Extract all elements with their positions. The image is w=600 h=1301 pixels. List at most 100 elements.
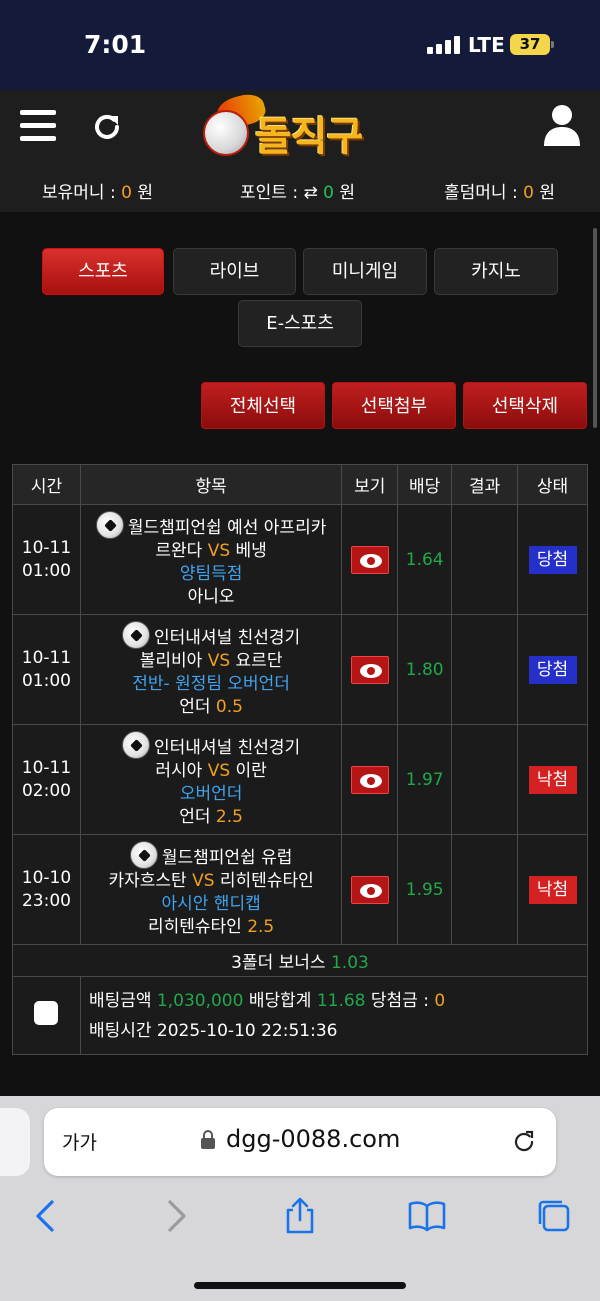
- row-item: 월드챔피언쉽 유럽 카자흐스탄 VS 리히텐슈타인 아시안 핸디캡 리히텐슈타인 …: [79, 834, 343, 945]
- soccer-ball-icon: [95, 510, 124, 539]
- view-eye-icon[interactable]: [350, 765, 389, 794]
- exchange-icon[interactable]: ⇄: [303, 183, 323, 203]
- balance-points: 포인트 : ⇄ 0 원: [240, 183, 355, 203]
- result-value: [451, 724, 519, 835]
- view-eye-icon[interactable]: [350, 655, 389, 684]
- league-name: 월드챔피언쉽 예선 아프리카: [127, 517, 327, 538]
- status-badge: 당첨: [528, 545, 577, 574]
- view-eye-icon[interactable]: [350, 875, 389, 904]
- result-value: [451, 504, 519, 615]
- balance-money: 보유머니 : 0 원: [42, 183, 153, 203]
- soccer-ball-icon: [122, 620, 151, 649]
- tab-esports[interactable]: E-스포츠: [238, 300, 362, 347]
- url-text[interactable]: dgg-0088.com: [226, 1125, 400, 1153]
- bet-time: 2025-10-10 22:51:36: [156, 1020, 338, 1041]
- soccer-ball-icon: [129, 840, 158, 869]
- pick: 리히텐슈타인 2.5: [147, 916, 275, 937]
- battery-icon: 37: [510, 34, 554, 55]
- home-indicator[interactable]: [194, 1282, 406, 1289]
- previous-tab-preview[interactable]: [0, 1108, 30, 1176]
- site-header: 돌직구 보유머니 : 0 원 포인트 : ⇄ 0 원 홀덤머니 : 0 원: [0, 90, 600, 212]
- table-row: 10-11 01:00 인터내셔널 친선경기 볼리비아 VS 요르단 전반- 원정팀…: [12, 614, 588, 725]
- bonus-row: 3폴더 보너스 1.03: [12, 944, 588, 977]
- hamburger-menu-icon[interactable]: [20, 110, 56, 142]
- forward-icon[interactable]: [156, 1196, 196, 1236]
- tab-live[interactable]: 라이브: [173, 248, 296, 295]
- site-logo[interactable]: 돌직구: [203, 90, 398, 160]
- logo-text: 돌직구: [255, 114, 363, 160]
- text-size-button[interactable]: 가가: [62, 1128, 97, 1155]
- col-status: 상태: [517, 464, 588, 505]
- table-row: 10-11 01:00 월드챔피언쉽 예선 아프리카 르완다 VS 베냉 양팀득점 …: [12, 504, 588, 615]
- refresh-icon[interactable]: [90, 110, 124, 144]
- row-item: 인터내셔널 친선경기 볼리비아 VS 요르단 전반- 원정팀 오버언더 언더 0.…: [79, 614, 343, 725]
- table-row: 10-11 02:00 인터내셔널 친선경기 러시아 VS 이란 오버언더 언더 2…: [12, 724, 588, 835]
- user-icon[interactable]: [544, 104, 580, 146]
- win-amount: 0: [434, 990, 446, 1011]
- tab-sports[interactable]: 스포츠: [42, 248, 164, 295]
- scrollbar[interactable]: [593, 228, 597, 428]
- bet-summary: 배팅금액 1,030,000 배당합계 11.68 당첨금 : 0 배팅시간 2…: [79, 976, 589, 1055]
- league-name: 인터내셔널 친선경기: [154, 627, 301, 648]
- bookmarks-icon[interactable]: [407, 1196, 447, 1236]
- market-name: 전반- 원정팀 오버언더: [132, 673, 290, 694]
- back-icon[interactable]: [26, 1196, 66, 1236]
- row-datetime: 10-11 01:00: [12, 504, 81, 615]
- league-name: 월드챔피언쉽 유럽: [161, 847, 293, 868]
- delete-selected-button[interactable]: 선택삭제: [463, 382, 587, 429]
- view-eye-icon[interactable]: [350, 545, 389, 574]
- pick: 아니오: [187, 586, 235, 607]
- row-datetime: 10-10 23:00: [12, 834, 81, 945]
- col-result: 결과: [451, 464, 519, 505]
- col-time: 시간: [12, 464, 81, 505]
- table-row: 10-10 23:00 월드챔피언쉽 유럽 카자흐스탄 VS 리히텐슈타인 아시안 …: [12, 834, 588, 945]
- col-item: 항목: [79, 464, 343, 505]
- tabs-icon[interactable]: [534, 1196, 574, 1236]
- row-item: 월드챔피언쉽 예선 아프리카 르완다 VS 베냉 양팀득점 아니오: [79, 504, 343, 615]
- attach-selected-button[interactable]: 선택첨부: [332, 382, 456, 429]
- baseball-icon: [203, 110, 249, 156]
- browser-toolbar: 가가 dgg-0088.com: [0, 1096, 600, 1301]
- row-datetime: 10-11 01:00: [12, 614, 81, 725]
- lock-icon: [201, 1130, 215, 1149]
- bonus-value: 1.03: [330, 953, 369, 973]
- bet-history-table: 시간 항목 보기 배당 결과 상태 10-11 01:00 월드챔피언쉽 예선 아…: [12, 464, 589, 1055]
- status-bar: 7:01 LTE 37: [0, 0, 600, 90]
- balance-holdem: 홀덤머니 : 0 원: [444, 183, 555, 203]
- bet-amount: 1,030,000: [156, 990, 244, 1011]
- soccer-ball-icon: [122, 730, 151, 759]
- reload-icon[interactable]: [510, 1128, 538, 1156]
- pick: 언더 0.5: [179, 696, 243, 717]
- select-checkbox[interactable]: [34, 1001, 59, 1025]
- league-name: 인터내셔널 친선경기: [154, 737, 301, 758]
- balance-bar: 보유머니 : 0 원 포인트 : ⇄ 0 원 홀덤머니 : 0 원: [0, 178, 600, 203]
- clock: 7:01: [84, 30, 147, 59]
- tab-casino[interactable]: 카지노: [434, 248, 558, 295]
- share-icon[interactable]: [280, 1196, 320, 1236]
- tab-minigame[interactable]: 미니게임: [303, 248, 427, 295]
- col-odds: 배당: [397, 464, 453, 505]
- status-badge: 당첨: [528, 655, 577, 684]
- network-label: LTE: [468, 33, 505, 57]
- row-datetime: 10-11 02:00: [12, 724, 81, 835]
- odds-value: 1.64: [397, 504, 453, 615]
- status-badge: 낙첨: [528, 765, 577, 794]
- pick: 언더 2.5: [179, 806, 243, 827]
- market-name: 양팀득점: [179, 563, 243, 584]
- market-name: 아시안 핸디캡: [161, 893, 261, 914]
- market-name: 오버언더: [179, 783, 243, 804]
- result-value: [451, 834, 519, 945]
- odds-value: 1.80: [397, 614, 453, 725]
- odds-value: 1.97: [397, 724, 453, 835]
- odds-value: 1.95: [397, 834, 453, 945]
- signal-icon: [427, 36, 461, 54]
- row-item: 인터내셔널 친선경기 러시아 VS 이란 오버언더 언더 2.5: [79, 724, 343, 835]
- status-badge: 낙첨: [528, 875, 577, 904]
- result-value: [451, 614, 519, 725]
- table-header-row: 시간 항목 보기 배당 결과 상태: [12, 464, 588, 505]
- odds-total: 11.68: [316, 990, 366, 1011]
- bonus-label: 3폴더 보너스: [231, 953, 331, 973]
- select-all-button[interactable]: 전체선택: [201, 382, 325, 429]
- address-bar[interactable]: 가가 dgg-0088.com: [44, 1108, 556, 1176]
- summary-row: 배팅금액 1,030,000 배당합계 11.68 당첨금 : 0 배팅시간 2…: [12, 976, 589, 1055]
